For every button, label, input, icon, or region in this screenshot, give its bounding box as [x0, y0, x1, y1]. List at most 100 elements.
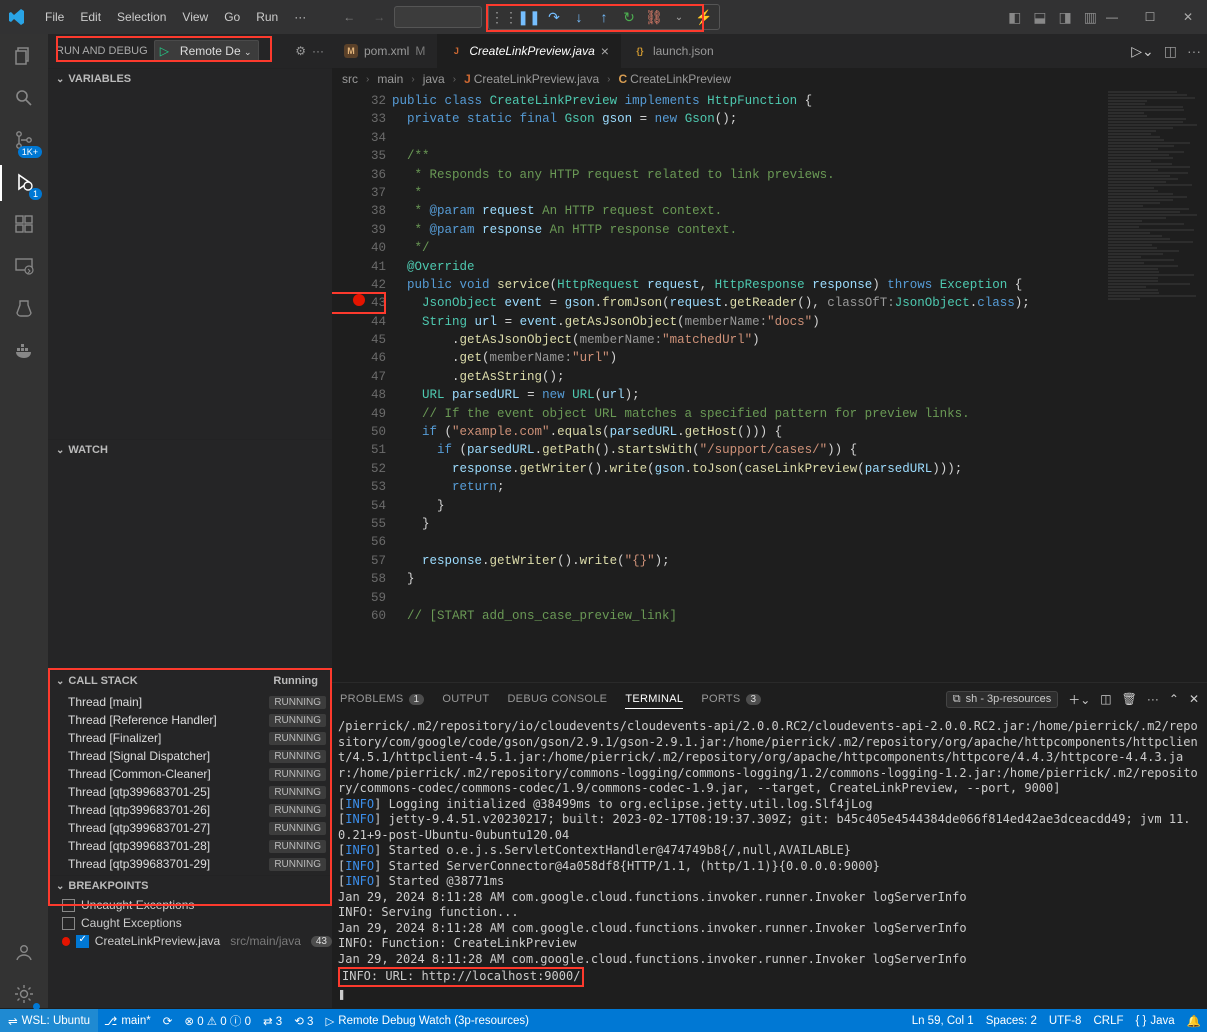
- watch-panel-header[interactable]: ⌄WATCH: [48, 440, 332, 460]
- maximize-panel-icon[interactable]: ⌃: [1169, 692, 1179, 706]
- debug-session[interactable]: ▷ Remote Debug Watch (3p-resources): [319, 1014, 535, 1028]
- layout-sidebar-left-icon[interactable]: ◧: [1008, 9, 1021, 26]
- panel-tab-terminal[interactable]: TERMINAL: [625, 693, 683, 709]
- search-icon[interactable]: [10, 84, 38, 112]
- accounts-icon[interactable]: [10, 938, 38, 966]
- cursor-pos[interactable]: Ln 59, Col 1: [906, 1014, 980, 1028]
- breakpoint-user[interactable]: CreateLinkPreview.javasrc/main/java43: [48, 932, 332, 950]
- tab-createlinkpreview[interactable]: JCreateLinkPreview.java×: [437, 34, 621, 68]
- line-gutter[interactable]: 3233343536373839404142434445464748495051…: [332, 92, 392, 625]
- indent[interactable]: Spaces: 2: [980, 1014, 1043, 1028]
- breadcrumb-item[interactable]: src: [342, 72, 358, 86]
- breadcrumb-item[interactable]: java: [423, 72, 445, 86]
- code-editor[interactable]: public class CreateLinkPreview implement…: [392, 92, 1207, 625]
- checkbox[interactable]: [62, 917, 75, 930]
- callstack-thread[interactable]: Thread [Common-Cleaner]RUNNING: [62, 765, 332, 783]
- gear-icon[interactable]: [10, 980, 38, 1008]
- minimap[interactable]: [1102, 90, 1207, 682]
- extensions-icon[interactable]: [10, 210, 38, 238]
- tab-launch[interactable]: {}launch.json: [621, 34, 726, 68]
- explorer-icon[interactable]: [10, 42, 38, 70]
- restart-icon[interactable]: ↻: [618, 6, 640, 28]
- maximize-icon[interactable]: ☐: [1131, 0, 1169, 34]
- tab-pom[interactable]: Mpom.xml M: [332, 34, 437, 68]
- minimize-icon[interactable]: —: [1093, 0, 1131, 34]
- git-sync[interactable]: ⟳: [157, 1014, 179, 1028]
- callstack-thread[interactable]: Thread [qtp399683701-27]RUNNING: [62, 819, 332, 837]
- breakpoint-builtin[interactable]: Uncaught Exceptions: [48, 896, 332, 914]
- hot-reload-icon[interactable]: ⚡: [693, 6, 715, 28]
- terminal-selector[interactable]: ⧉ sh - 3p-resources: [946, 691, 1058, 708]
- close-panel-icon[interactable]: ✕: [1189, 692, 1199, 706]
- breakpoint-builtin[interactable]: Caught Exceptions: [48, 914, 332, 932]
- breadcrumb-item[interactable]: CCreateLinkPreview: [619, 72, 731, 86]
- menu-go[interactable]: Go: [217, 6, 247, 28]
- ports-status[interactable]: ⇄ 3: [257, 1014, 288, 1028]
- remote-indicator[interactable]: ⇌ WSL: Ubuntu: [0, 1009, 98, 1032]
- menu-more[interactable]: ···: [287, 6, 313, 28]
- menu-run[interactable]: Run: [249, 6, 285, 28]
- callstack-thread[interactable]: Thread [Reference Handler]RUNNING: [62, 711, 332, 729]
- git-branch[interactable]: ⎇ main*: [98, 1014, 157, 1028]
- menu-view[interactable]: View: [175, 6, 215, 28]
- breadcrumb[interactable]: src›main›java›JCreateLinkPreview.java›CC…: [332, 68, 1207, 90]
- disconnect-icon[interactable]: ⛓: [643, 6, 665, 28]
- nav-back-icon[interactable]: ←: [343, 10, 355, 24]
- callstack-thread[interactable]: Thread [main]RUNNING: [62, 693, 332, 711]
- variables-panel-header[interactable]: ⌄VARIABLES: [48, 69, 332, 89]
- split-editor-icon[interactable]: ◫: [1164, 43, 1177, 60]
- debug-config-select[interactable]: Remote De ⌄: [174, 44, 258, 58]
- encoding[interactable]: UTF-8: [1043, 1014, 1088, 1028]
- step-over-icon[interactable]: ↷: [543, 6, 565, 28]
- breakpoints-panel-header[interactable]: ⌄BREAKPOINTS: [48, 876, 332, 896]
- layout-panel-icon[interactable]: ⬓: [1033, 9, 1046, 26]
- split-terminal-icon[interactable]: ◫: [1100, 692, 1111, 706]
- more-icon[interactable]: ···: [312, 44, 324, 58]
- notifications-icon[interactable]: 🔔: [1181, 1014, 1207, 1028]
- callstack-thread[interactable]: Thread [Finalizer]RUNNING: [62, 729, 332, 747]
- close-icon[interactable]: ✕: [1169, 0, 1207, 34]
- drag-handle-icon[interactable]: ⋮⋮: [493, 6, 515, 28]
- menu-file[interactable]: File: [38, 6, 71, 28]
- command-center[interactable]: [394, 6, 482, 28]
- debug-settings-icon[interactable]: ⚙: [295, 44, 306, 58]
- panel-more-icon[interactable]: ···: [1147, 692, 1159, 706]
- run-file-icon[interactable]: ▷⌄: [1131, 43, 1154, 60]
- callstack-thread[interactable]: Thread [Signal Dispatcher]RUNNING: [62, 747, 332, 765]
- callstack-thread[interactable]: Thread [qtp399683701-28]RUNNING: [62, 837, 332, 855]
- new-terminal-icon[interactable]: ＋⌄: [1068, 691, 1090, 708]
- callstack-panel-header[interactable]: ⌄CALL STACK Running: [48, 671, 332, 691]
- source-control-icon[interactable]: 1K+: [10, 126, 38, 154]
- checkbox[interactable]: [76, 935, 88, 948]
- pause-icon[interactable]: ❚❚: [518, 6, 540, 28]
- more-actions-icon[interactable]: ···: [1187, 43, 1201, 59]
- callstack-thread[interactable]: Thread [qtp399683701-29]RUNNING: [62, 855, 332, 873]
- menu-edit[interactable]: Edit: [73, 6, 108, 28]
- menu-selection[interactable]: Selection: [110, 6, 173, 28]
- start-debug-button[interactable]: ▷: [155, 44, 174, 58]
- callstack-thread[interactable]: Thread [qtp399683701-25]RUNNING: [62, 783, 332, 801]
- nav-fwd-icon[interactable]: →: [373, 10, 385, 24]
- panel-tab-ports[interactable]: PORTS3: [701, 693, 761, 705]
- kill-terminal-icon[interactable]: 🗑: [1122, 692, 1137, 706]
- terminal-output[interactable]: /pierrick/.m2/repository/io/cloudevents/…: [332, 715, 1207, 1008]
- remote-explorer-icon[interactable]: [10, 252, 38, 280]
- run-debug-icon[interactable]: 1: [10, 168, 38, 196]
- close-tab-icon[interactable]: ×: [601, 43, 609, 59]
- panel-tab-output[interactable]: OUTPUT: [442, 693, 489, 705]
- panel-tab-problems[interactable]: PROBLEMS1: [340, 693, 424, 705]
- chevron-down-icon[interactable]: ⌄: [668, 6, 690, 28]
- docker-icon[interactable]: [10, 336, 38, 364]
- testing-icon[interactable]: [10, 294, 38, 322]
- radio-status[interactable]: ⟲ 3: [288, 1014, 319, 1028]
- layout-sidebar-right-icon[interactable]: ◨: [1059, 9, 1072, 26]
- checkbox[interactable]: [62, 899, 75, 912]
- breadcrumb-item[interactable]: main: [377, 72, 403, 86]
- breadcrumb-item[interactable]: JCreateLinkPreview.java: [464, 72, 599, 86]
- problems-status[interactable]: ⊗ 0 ⚠ 0 ⓘ 0: [178, 1013, 257, 1029]
- step-out-icon[interactable]: ↑: [593, 6, 615, 28]
- eol[interactable]: CRLF: [1087, 1014, 1129, 1028]
- lang-mode[interactable]: { } Java: [1129, 1014, 1180, 1028]
- callstack-thread[interactable]: Thread [qtp399683701-26]RUNNING: [62, 801, 332, 819]
- panel-tab-debug-console[interactable]: DEBUG CONSOLE: [507, 693, 607, 705]
